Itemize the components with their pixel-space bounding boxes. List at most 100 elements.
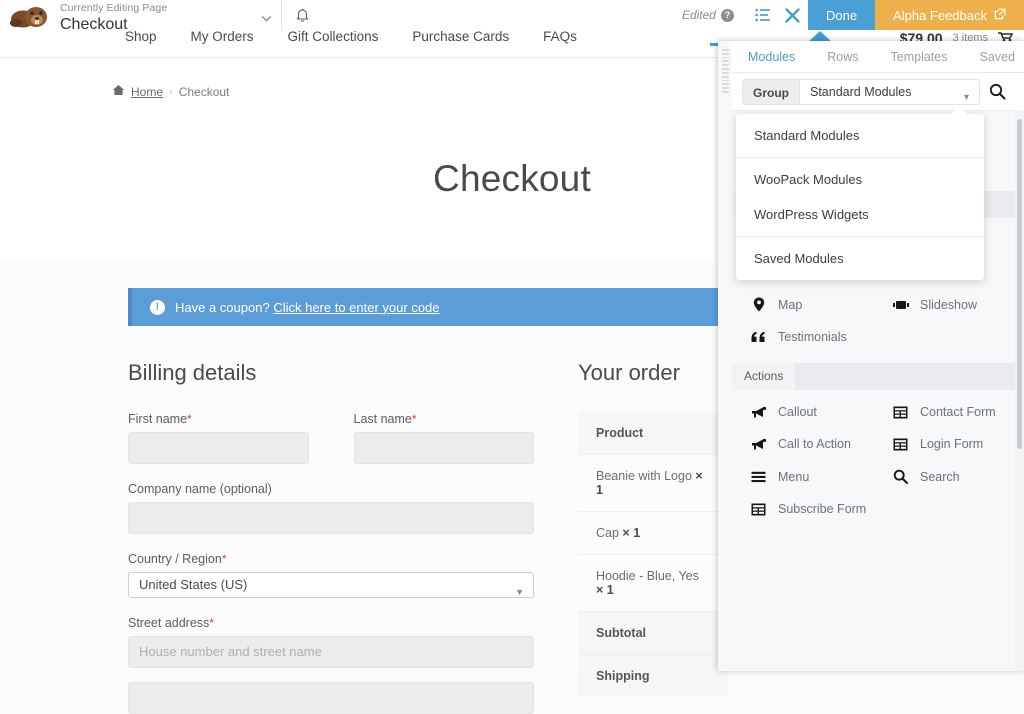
alpha-feedback-button[interactable]: Alpha Feedback xyxy=(875,0,1024,30)
modules-section-actions: Callout Contact Form Call to Action xyxy=(732,390,1016,535)
question-mark-icon[interactable]: ? xyxy=(721,9,734,22)
first-name-label: First name* xyxy=(128,412,309,426)
order-line-item: Hoodie - Blue, Yes× 1 xyxy=(578,554,728,611)
module-label: Callout xyxy=(778,405,817,419)
tab-modules[interactable]: Modules xyxy=(732,42,811,72)
section-title: Actions xyxy=(732,363,795,390)
close-x-icon[interactable] xyxy=(778,0,808,30)
coupon-link[interactable]: Click here to enter your code xyxy=(273,300,439,315)
module-login-form[interactable]: Login Form xyxy=(874,428,1016,460)
street-address-label: Street address* xyxy=(128,616,534,630)
module-contact-form[interactable]: Contact Form xyxy=(874,396,1016,428)
billing-details-section: Billing details First name* Last name* C… xyxy=(128,360,534,714)
order-heading: Your order xyxy=(578,360,728,386)
map-pin-icon xyxy=(750,297,767,312)
edited-status: Edited ? xyxy=(682,8,748,22)
street-address-input[interactable]: House number and street name xyxy=(128,636,534,668)
module-label: Contact Form xyxy=(920,405,996,419)
megaphone-icon xyxy=(750,438,767,451)
breadcrumb-current: Checkout xyxy=(179,85,230,99)
module-call-to-action[interactable]: Call to Action xyxy=(732,428,874,460)
alpha-feedback-label: Alpha Feedback xyxy=(893,8,987,23)
country-region-label: Country / Region* xyxy=(128,552,534,566)
module-label: Menu xyxy=(778,470,809,484)
module-label: Search xyxy=(920,470,960,484)
done-button[interactable]: Done xyxy=(808,0,875,30)
module-slideshow[interactable]: Slideshow xyxy=(874,288,1016,321)
home-icon xyxy=(112,84,125,99)
bell-icon[interactable] xyxy=(292,5,312,27)
external-link-icon xyxy=(994,8,1006,23)
form-table-icon xyxy=(892,406,909,419)
required-mark: * xyxy=(222,552,227,566)
module-label: Login Form xyxy=(920,437,983,451)
module-label: Call to Action xyxy=(778,437,851,451)
modules-panel: Modules Rows Templates Saved Group Stand… xyxy=(718,41,1024,671)
form-table-icon xyxy=(892,438,909,451)
nav-item-shop[interactable]: Shop xyxy=(108,28,174,46)
module-menu[interactable]: Menu xyxy=(732,460,874,493)
panel-group-filter: Group Standard Modules ▾ xyxy=(732,73,1024,111)
tab-templates[interactable]: Templates xyxy=(875,42,964,72)
module-callout[interactable]: Callout xyxy=(732,396,874,428)
coupon-text: Have a coupon? xyxy=(175,300,270,315)
module-label: Map xyxy=(778,298,802,312)
header-divider xyxy=(281,0,282,30)
dropdown-item-saved-modules[interactable]: Saved Modules xyxy=(736,241,984,276)
billing-heading: Billing details xyxy=(128,360,534,386)
order-shipping-label: Shipping xyxy=(578,654,728,697)
search-icon[interactable] xyxy=(980,83,1014,100)
panel-scrollbar-thumb[interactable] xyxy=(1017,119,1022,449)
company-name-label: Company name (optional) xyxy=(128,482,534,496)
first-name-input[interactable] xyxy=(128,432,309,464)
order-line-item: Beanie with Logo × 1 xyxy=(578,454,728,511)
tab-saved[interactable]: Saved xyxy=(964,42,1024,72)
chevron-down-icon[interactable] xyxy=(255,7,277,29)
group-select-value: Standard Modules xyxy=(810,85,911,99)
dropdown-separator xyxy=(736,157,984,158)
order-line-item: Cap × 1 xyxy=(578,511,728,554)
coupon-notice: ! Have a coupon? Click here to enter you… xyxy=(128,288,758,326)
editing-kicker: Currently Editing Page xyxy=(60,2,167,15)
megaphone-icon xyxy=(750,406,767,419)
dropdown-item-wordpress-widgets[interactable]: WordPress Widgets xyxy=(736,197,984,232)
nav-item-gift-collections[interactable]: Gift Collections xyxy=(271,28,396,46)
dropdown-item-woopack-modules[interactable]: WooPack Modules xyxy=(736,162,984,197)
company-name-input[interactable] xyxy=(128,502,534,534)
street-address-line2-input[interactable] xyxy=(128,682,534,714)
group-select[interactable]: Standard Modules ▾ xyxy=(799,79,980,105)
module-label: Subscribe Form xyxy=(778,502,866,516)
module-label: Slideshow xyxy=(920,298,977,312)
breadcrumb-separator: › xyxy=(169,86,173,98)
nav-item-my-orders[interactable]: My Orders xyxy=(174,28,271,46)
breadcrumb: Home › Checkout xyxy=(112,84,229,99)
info-circle-icon: ! xyxy=(150,300,165,315)
nav-item-faqs[interactable]: FAQs xyxy=(526,28,594,46)
last-name-input[interactable] xyxy=(354,432,535,464)
module-map[interactable]: Map xyxy=(732,288,874,321)
country-region-select[interactable]: United States (US) ▼ xyxy=(128,572,534,598)
breadcrumb-home-link[interactable]: Home xyxy=(131,85,163,99)
drag-handle-icon[interactable] xyxy=(721,47,730,93)
module-label: Testimonials xyxy=(778,330,847,344)
module-search[interactable]: Search xyxy=(874,460,1016,493)
order-subtotal-label: Subtotal xyxy=(578,611,728,654)
search-icon xyxy=(892,469,909,484)
hamburger-menu-icon xyxy=(750,471,767,483)
module-subscribe-form[interactable]: Subscribe Form xyxy=(732,493,874,525)
required-mark: * xyxy=(412,412,417,426)
nav-item-purchase-cards[interactable]: Purchase Cards xyxy=(395,28,526,46)
required-mark: * xyxy=(187,412,192,426)
chevron-down-icon: ▼ xyxy=(515,580,524,604)
group-label: Group xyxy=(742,79,799,105)
form-table-icon xyxy=(750,503,767,516)
dropdown-item-standard-modules[interactable]: Standard Modules xyxy=(736,118,984,153)
order-column-product: Product xyxy=(578,412,728,454)
edited-label: Edited xyxy=(682,8,716,22)
outline-list-icon[interactable] xyxy=(748,0,778,30)
tab-rows[interactable]: Rows xyxy=(811,42,874,72)
module-testimonials[interactable]: Testimonials xyxy=(732,321,874,353)
required-mark: * xyxy=(209,616,214,630)
dropdown-separator xyxy=(736,236,984,237)
builder-toolbar: Edited ? Done Alpha Feedback xyxy=(682,0,1024,30)
